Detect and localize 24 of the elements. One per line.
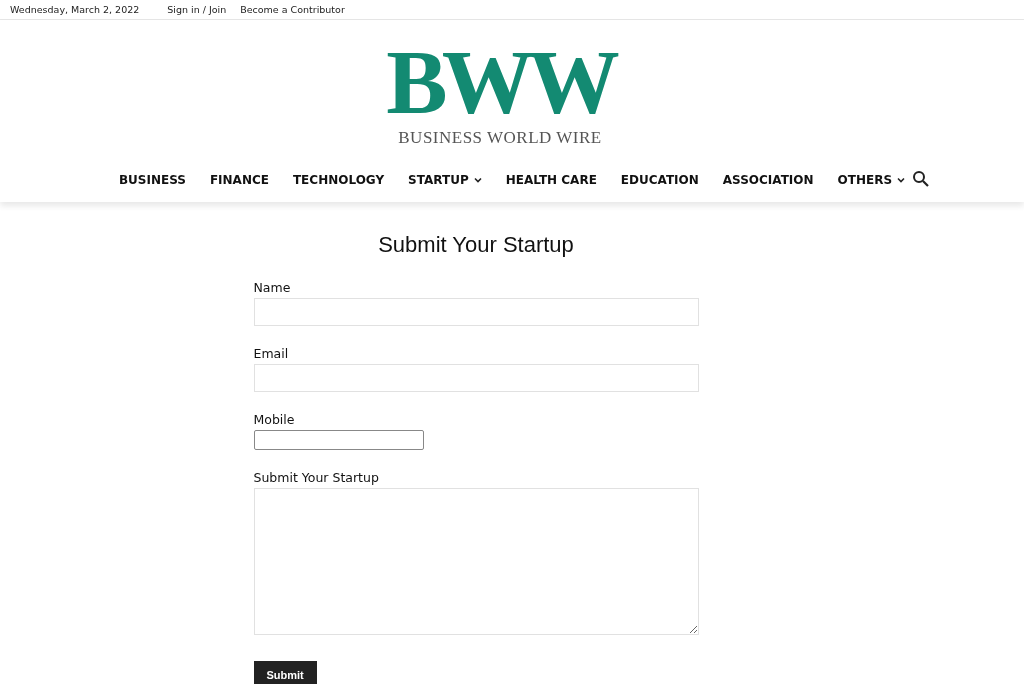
nav-item[interactable]: ASSOCIATION <box>722 173 814 187</box>
field-label: Name <box>253 280 292 295</box>
top-link[interactable]: Sign in / Join <box>167 4 227 15</box>
nav-item[interactable]: FINANCE <box>209 173 269 187</box>
nav-item[interactable]: HEALTH CARE <box>505 173 597 187</box>
nav-item[interactable]: STARTUP <box>408 173 482 187</box>
search-icon[interactable] <box>912 170 930 188</box>
field-label: Mobile <box>253 412 296 427</box>
top-link[interactable]: Become a Contributor <box>240 4 345 15</box>
text-area[interactable] <box>253 488 699 635</box>
submit-button[interactable]: Submit <box>253 661 317 684</box>
form-title: Submit Your Startup <box>377 232 575 258</box>
nav-item[interactable]: BUSINESS <box>118 173 186 187</box>
nav-item[interactable]: TECHNOLOGY <box>292 173 385 187</box>
nav-item[interactable]: OTHERS <box>837 173 906 187</box>
nav-item[interactable]: EDUCATION <box>620 173 699 187</box>
field-label: Submit Your Startup <box>253 470 380 485</box>
logo-mark[interactable]: BWW <box>386 38 614 126</box>
logo-name[interactable]: BUSINESS WORLD WIRE <box>398 128 602 148</box>
date-text: Wednesday, March 2, 2022 <box>10 4 140 15</box>
chevron-down-icon <box>473 177 482 183</box>
chevron-down-icon <box>897 177 906 183</box>
field-label: Email <box>253 346 290 361</box>
input-field[interactable] <box>253 430 424 450</box>
